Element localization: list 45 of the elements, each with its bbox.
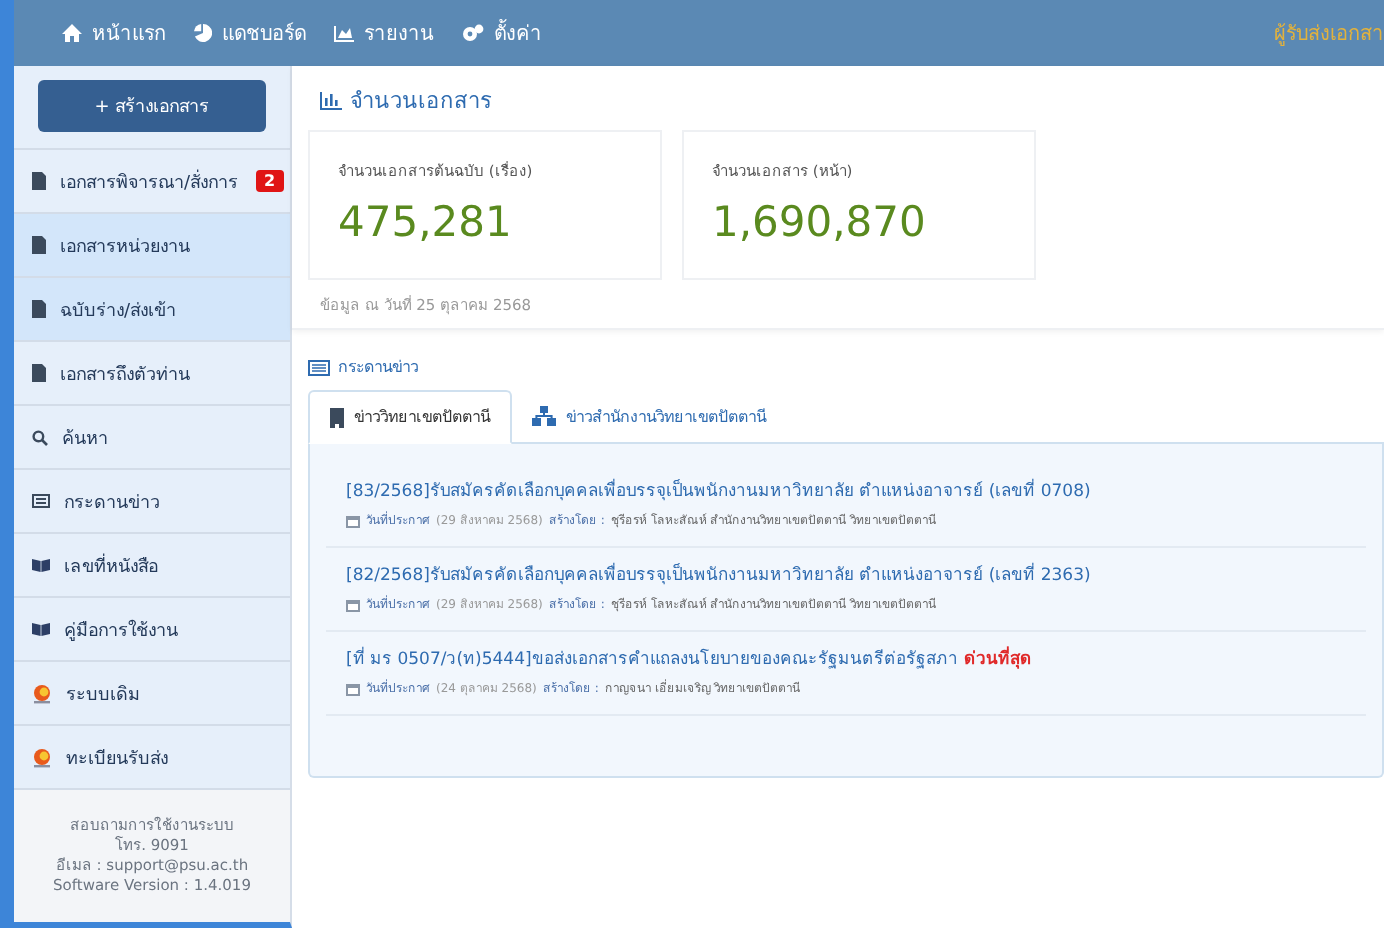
gears-icon (462, 24, 484, 42)
section-title: กระดานข่าว (338, 356, 418, 380)
news-link[interactable]: [82/2568]รับสมัครคัดเลือกบุคคลเพื่อบรรจุเป็นพนักงานมหาวิทยาลัย ตำแหน่งอาจารย์ (เลขที่ 2363) (346, 566, 1091, 586)
news-tab[interactable]: ข่าวสำนักงานวิทยาเขตปัตตานี (512, 390, 786, 442)
stat-value: 1,690,870 (712, 198, 928, 246)
bar-chart-icon (320, 91, 342, 109)
home-icon (62, 24, 82, 42)
section-title: จำนวนเอกสาร (350, 86, 492, 118)
flame-logo-icon (32, 683, 52, 703)
nav-link[interactable]: หน้าแรก (62, 18, 166, 48)
nav-link[interactable]: แดชบอร์ด (194, 18, 306, 48)
sidebar-item[interactable]: ฉบับร่าง/ส่งเข้า (14, 278, 290, 342)
sitemap-icon (532, 406, 556, 426)
news-link[interactable]: [83/2568]รับสมัครคัดเลือกบุคคลเพื่อบรรจุเป็นพนักงานมหาวิทยาลัย ตำแหน่งอาจารย์ (เลขที่ 0708) (346, 482, 1091, 502)
sidebar-item[interactable]: เอกสารหน่วยงาน (14, 214, 290, 278)
search-icon (32, 429, 48, 445)
document-icon (32, 300, 46, 318)
area-chart-icon (334, 25, 354, 41)
building-icon (330, 407, 344, 427)
book-icon (32, 622, 50, 636)
pie-chart-icon (194, 24, 212, 42)
sidebar-item[interactable]: ระบบเดิม (14, 662, 290, 726)
news-tab[interactable]: ข่าววิทยาเขตปัตตานี (308, 390, 512, 444)
calendar-icon (346, 513, 360, 527)
calendar-icon (346, 681, 360, 695)
document-icon (32, 172, 46, 190)
calendar-icon (346, 597, 360, 611)
book-icon (32, 558, 50, 572)
nav-link[interactable]: รายงาน (334, 18, 434, 48)
sidebar-item[interactable]: กระดานข่าว (14, 470, 290, 534)
sidebar-item[interactable]: คู่มือการใช้งาน (14, 598, 290, 662)
newspaper-icon (308, 359, 330, 375)
urgent-label: ด่วนที่สุด (963, 650, 1032, 670)
sidebar-item[interactable]: ค้นหา (14, 406, 290, 470)
stat-value: 475,281 (338, 198, 514, 246)
news-link[interactable]: [ที่ มร 0507/ว(ท)5444]ขอส่งเอกสารคำแถลงนโยบายของคณะรัฐมนตรีต่อรัฐสภา (346, 650, 958, 670)
nav-link[interactable]: ตั้งค่า (462, 18, 542, 48)
sidebar-item[interactable]: เลขที่หนังสือ (14, 534, 290, 598)
flame-logo-icon (32, 747, 52, 767)
newspaper-icon (32, 494, 50, 508)
create-document-button[interactable]: + สร้างเอกสาร (38, 80, 266, 132)
document-icon (32, 364, 46, 382)
sidebar-item[interactable]: เอกสารถึงตัวท่าน (14, 342, 290, 406)
document-icon (32, 236, 46, 254)
count-badge: 2 (256, 170, 284, 192)
